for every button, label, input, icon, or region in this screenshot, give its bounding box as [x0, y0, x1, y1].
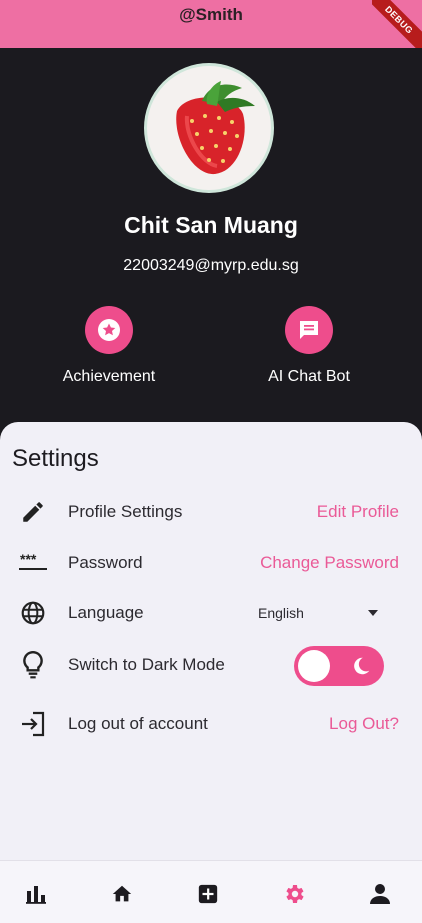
app-bar: @Smith — [0, 0, 422, 48]
language-dropdown[interactable]: English — [258, 601, 386, 625]
debug-banner: DEBUG — [372, 0, 422, 50]
star-badge-icon — [85, 306, 133, 354]
settings-row-profile: Profile Settings Edit Profile — [0, 492, 422, 532]
logout-label: Log out of account — [68, 714, 208, 733]
password-icon: *** — [16, 549, 50, 577]
profile-email: 22003249@myrp.edu.sg — [123, 257, 299, 274]
ai-chat-bot-label: AI Chat Bot — [268, 368, 350, 385]
nav-home[interactable] — [107, 879, 137, 909]
moon-icon — [354, 657, 370, 675]
settings-row-password: *** Password Change Password — [0, 543, 422, 583]
ai-chat-bot-button[interactable]: AI Chat Bot — [229, 306, 389, 386]
achievement-label: Achievement — [62, 368, 156, 385]
dark-mode-label: Switch to Dark Mode — [68, 655, 225, 674]
nav-settings[interactable] — [279, 879, 309, 909]
change-password-link[interactable]: Change Password — [260, 553, 399, 573]
gear-icon — [286, 885, 304, 903]
toggle-knob — [298, 650, 330, 682]
profile-settings-label: Profile Settings — [68, 502, 183, 521]
bar-chart-icon — [26, 886, 46, 904]
password-label: Password — [68, 553, 143, 572]
nav-profile[interactable] — [365, 879, 395, 909]
home-icon — [112, 885, 132, 902]
profile-header: Chit San Muang 22003249@myrp.edu.sg Achi… — [0, 48, 422, 448]
chat-icon — [285, 306, 333, 354]
dark-mode-toggle[interactable] — [294, 646, 384, 686]
settings-panel: Settings Profile Settings Edit Profile *… — [0, 422, 422, 860]
language-value: English — [258, 605, 304, 621]
avatar[interactable] — [144, 63, 274, 193]
nav-stats[interactable] — [21, 879, 51, 909]
lightbulb-icon — [16, 650, 50, 679]
svg-text:***: *** — [20, 553, 37, 567]
add-box-icon — [198, 884, 218, 904]
app-bar-title: @Smith — [179, 5, 243, 24]
debug-banner-container: DEBUG — [372, 0, 422, 50]
achievement-button[interactable]: Achievement — [29, 306, 189, 386]
settings-row-logout: Log out of account Log Out? — [0, 704, 422, 744]
pencil-icon — [16, 498, 50, 526]
settings-row-dark-mode: Switch to Dark Mode — [0, 645, 422, 686]
logout-icon — [16, 710, 50, 738]
nav-add[interactable] — [193, 879, 223, 909]
settings-title: Settings — [12, 445, 99, 472]
edit-profile-link[interactable]: Edit Profile — [317, 502, 399, 522]
globe-icon — [16, 599, 50, 627]
language-label: Language — [68, 603, 144, 622]
settings-row-language: Language English — [0, 593, 422, 633]
strawberry-image — [176, 81, 255, 175]
bottom-nav — [0, 860, 422, 923]
caret-down-icon — [368, 610, 378, 616]
logout-link[interactable]: Log Out? — [329, 714, 399, 734]
person-icon — [370, 884, 390, 904]
profile-name: Chit San Muang — [124, 212, 298, 238]
